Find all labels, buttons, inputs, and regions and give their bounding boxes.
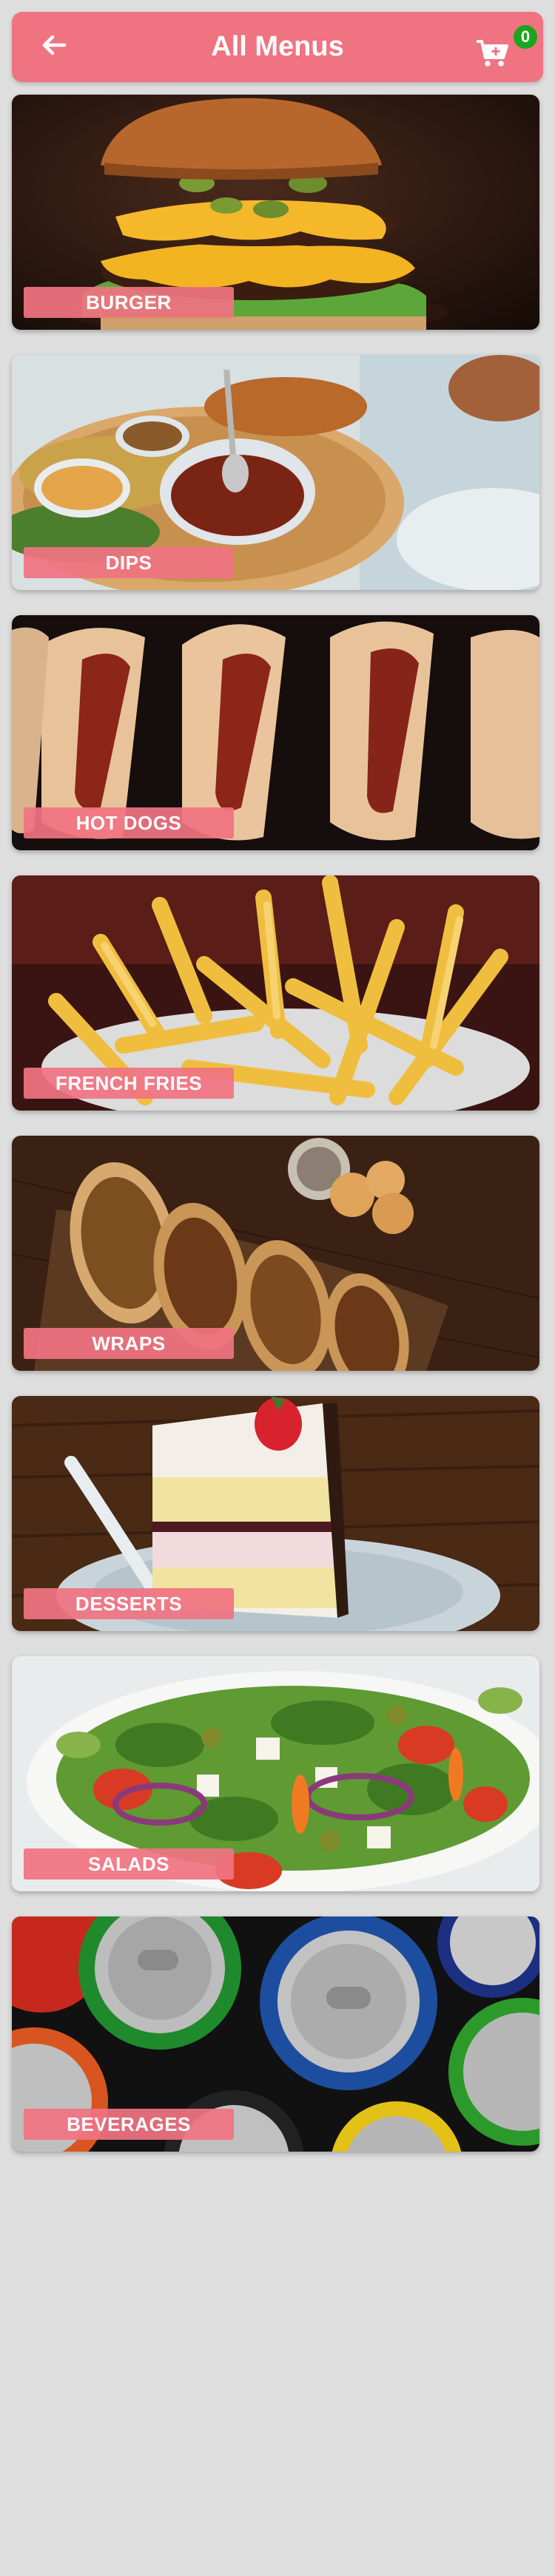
menu-card-french-fries[interactable]: FRENCH FRIES	[12, 875, 539, 1111]
menu-card-label: FRENCH FRIES	[24, 1068, 234, 1099]
menu-card-label: BURGER	[24, 287, 234, 318]
menu-card-wraps[interactable]: WRAPS	[12, 1136, 539, 1371]
menu-card-label: DESSERTS	[24, 1588, 234, 1619]
menu-list: BURGER DIPS HOT DOGS FRENCH FRIES WRAPS …	[12, 95, 539, 2177]
app-header: All Menus 0	[12, 12, 543, 82]
cart-count-badge: 0	[514, 25, 537, 49]
page-title: All Menus	[211, 31, 344, 62]
menu-card-label: SALADS	[24, 1848, 234, 1880]
menu-card-label: WRAPS	[24, 1328, 234, 1359]
menu-card-desserts[interactable]: DESSERTS	[12, 1396, 539, 1631]
cart-button[interactable]: 0	[475, 25, 537, 68]
menu-card-dips[interactable]: DIPS	[12, 355, 539, 590]
menu-card-beverages[interactable]: BEVERAGES	[12, 1916, 539, 2152]
menu-card-label: HOT DOGS	[24, 807, 234, 838]
menu-card-label: DIPS	[24, 547, 234, 578]
menu-card-label: BEVERAGES	[24, 2109, 234, 2140]
menu-card-burger[interactable]: BURGER	[12, 95, 539, 330]
menu-card-hot-dogs[interactable]: HOT DOGS	[12, 615, 539, 850]
shopping-cart-icon	[475, 38, 509, 72]
menu-card-salads[interactable]: SALADS	[12, 1656, 539, 1891]
